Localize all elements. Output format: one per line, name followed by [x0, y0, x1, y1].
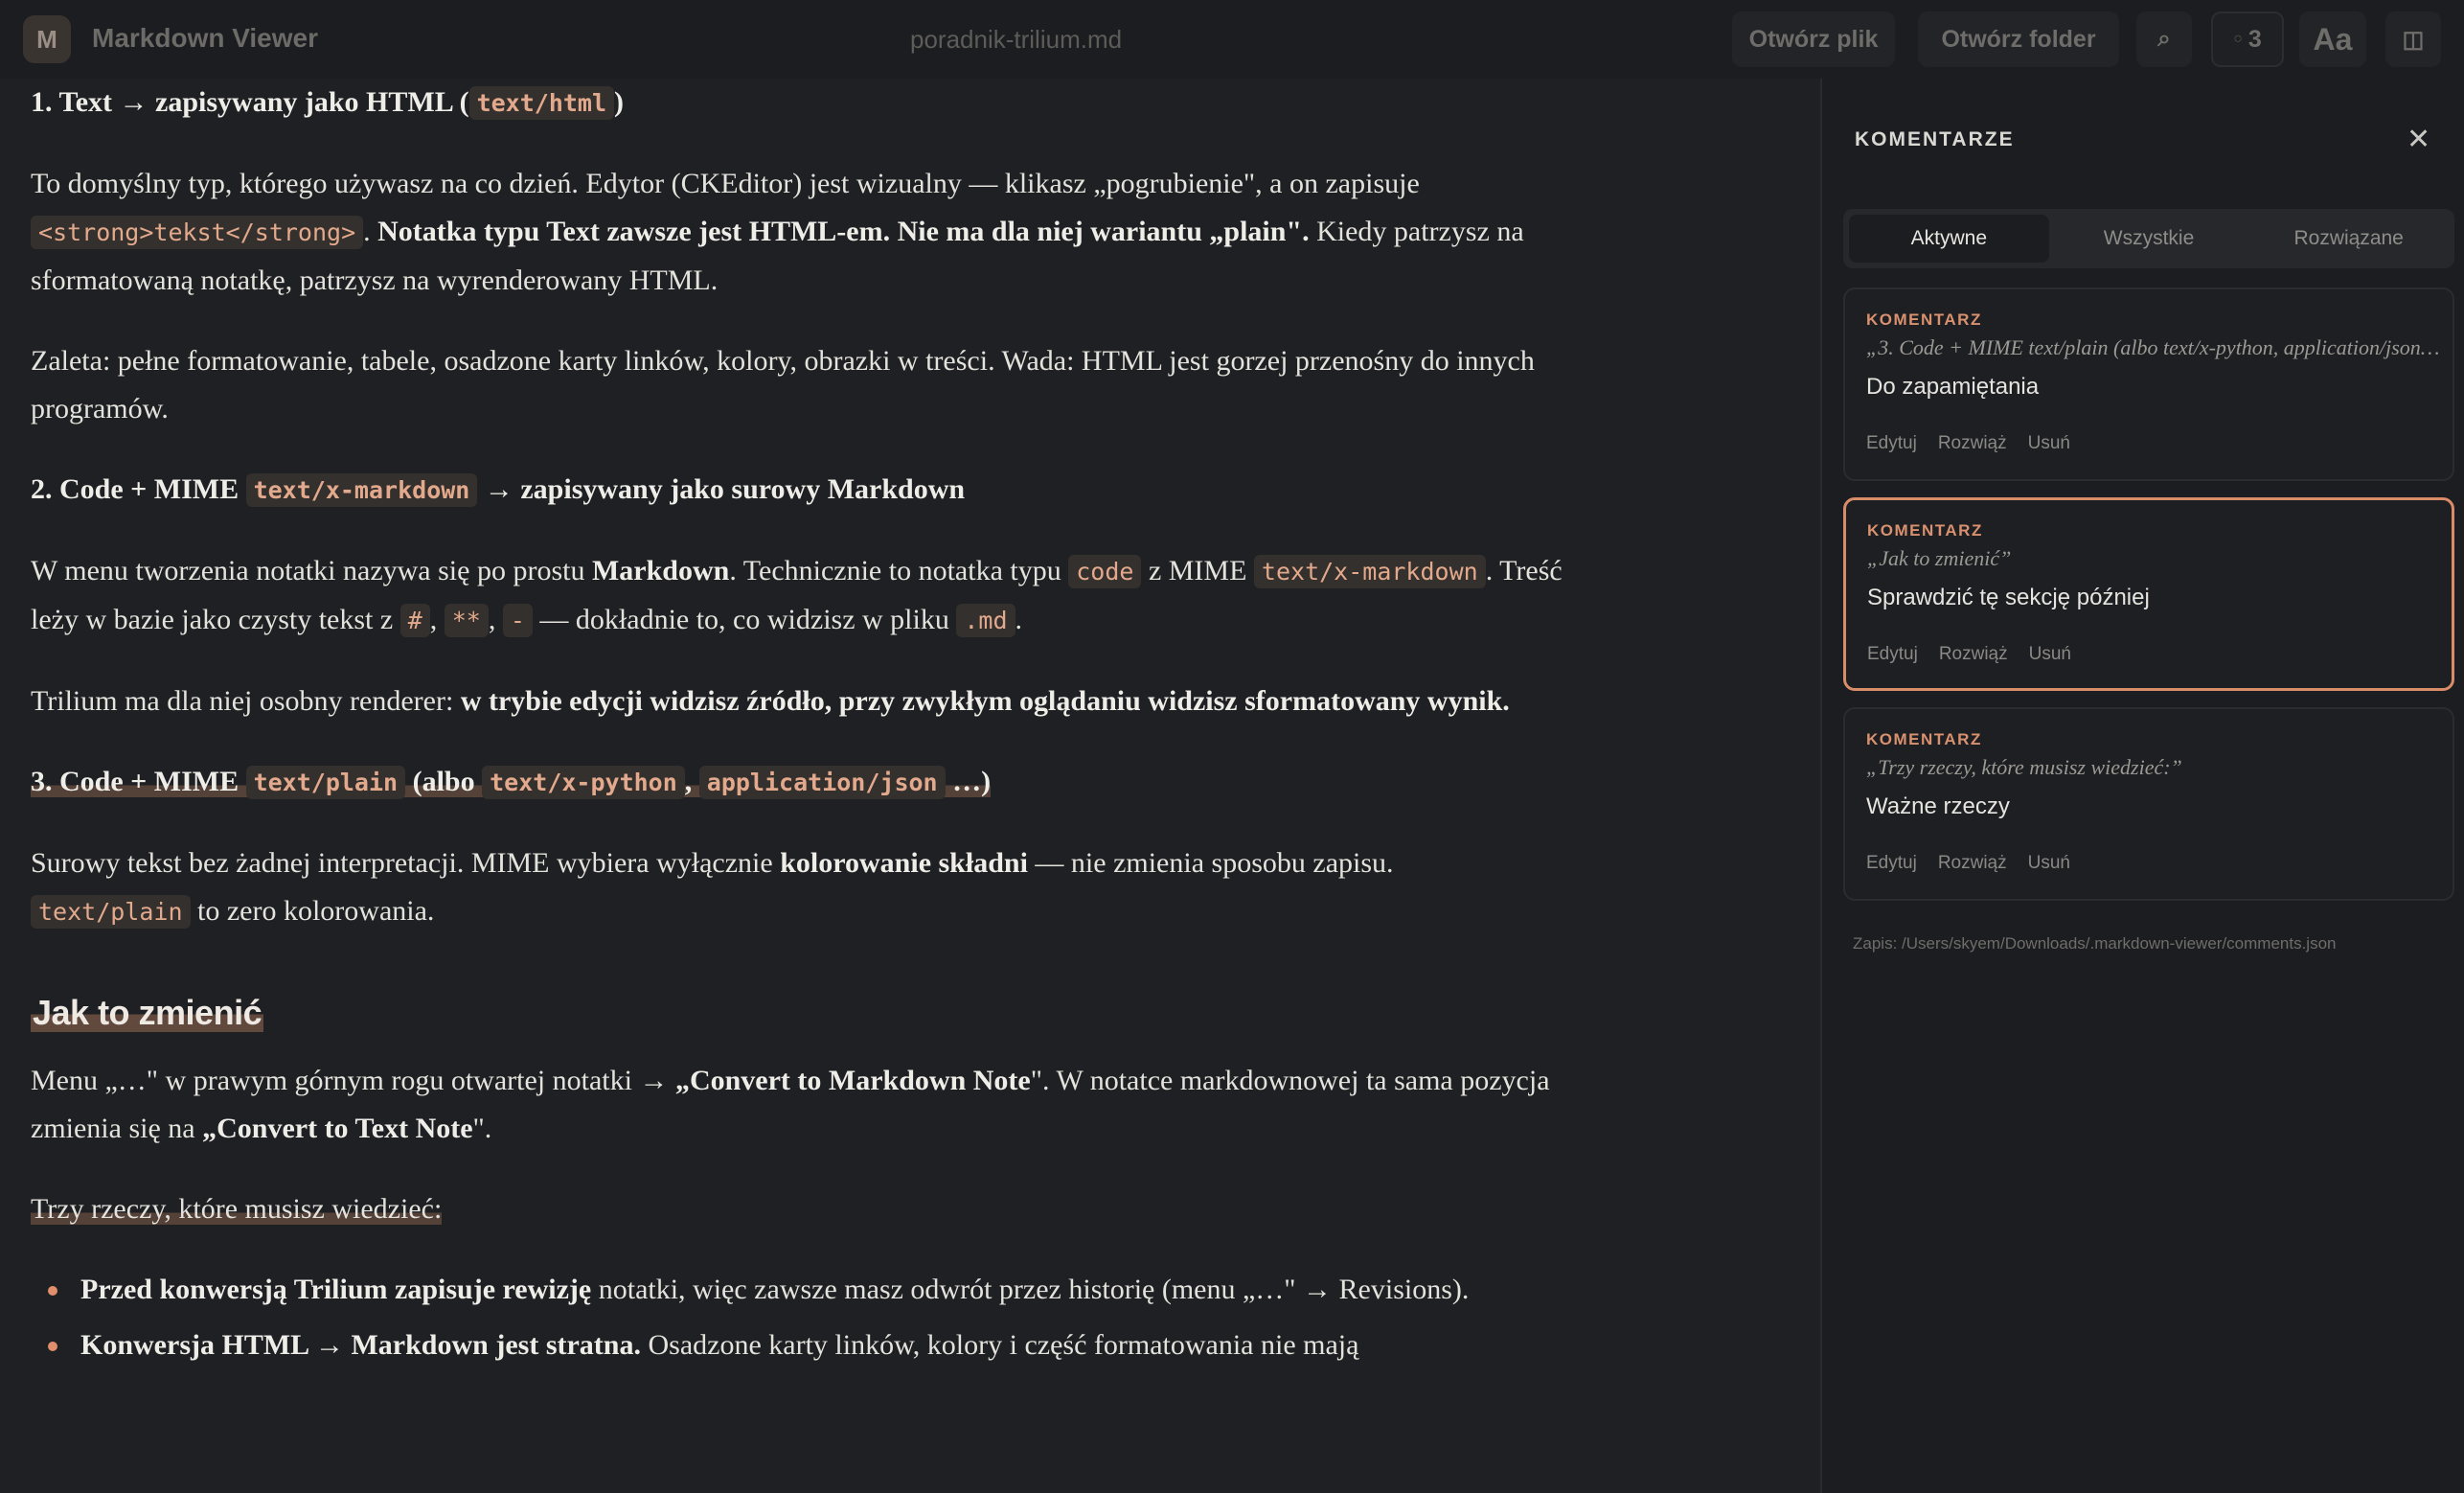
comment-text: Ważne rzeczy [1866, 793, 2010, 819]
search-icon: ⌕ [2157, 26, 2171, 52]
top-bar: M Markdown Viewer poradnik-trilium.md Ot… [0, 0, 2464, 79]
edit-button[interactable]: Edytuj [1866, 853, 1917, 874]
comment-text: Sprawdzić tę sekcję później [1867, 585, 2150, 610]
app-logo: M [23, 15, 71, 63]
inline-code: # [399, 604, 430, 637]
comment-actions: Edytuj Rozwiąż Usuń [1866, 433, 2070, 454]
comment-quote: „Jak to zmienić” [1867, 546, 2012, 570]
inline-code: code [1068, 555, 1142, 588]
comment-filter-tabs: Aktywne Wszystkie Rozwiązane [1843, 209, 2454, 268]
comment-text: Do zapamiętania [1866, 374, 2040, 400]
file-name: poradnik-trilium.md [910, 25, 1123, 54]
close-icon[interactable]: ✕ [2407, 123, 2430, 156]
resolve-button[interactable]: Rozwiąż [1939, 644, 2008, 665]
document-content: 1. Text → zapisywany jako HTML (text/htm… [31, 79, 1583, 1377]
comment-card[interactable]: KOMENTARZ „3. Code + MIME text/plain (al… [1843, 287, 2454, 481]
inline-code: - [502, 604, 533, 637]
tab-active[interactable]: Aktywne [1849, 215, 2049, 263]
comments-sidebar: KOMENTARZE ✕ Aktywne Wszystkie Rozwiązan… [1820, 79, 2464, 1493]
comment-label: KOMENTARZ [1866, 730, 1982, 748]
edit-button[interactable]: Edytuj [1866, 433, 1917, 454]
app-title: Markdown Viewer [92, 23, 319, 53]
sidebar-title: KOMENTARZE [1855, 128, 2015, 150]
highlighted-paragraph[interactable]: Trzy rzeczy, które musisz wiedzieć: [31, 1185, 1583, 1233]
comments-toggle-button[interactable]: ○ 3 [2211, 11, 2284, 67]
section-1-heading: 1. Text → zapisywany jako HTML (text/htm… [31, 86, 625, 120]
comment-quote: „3. Code + MIME text/plain (albo text/x-… [1866, 335, 2441, 359]
list-item: Przed konwersją Trilium zapisuje rewizję… [48, 1266, 1583, 1314]
comment-actions: Edytuj Rozwiąż Usuń [1866, 853, 2070, 874]
section-heading-jak-to-zmienic[interactable]: Jak to zmienić [31, 992, 1583, 1034]
delete-button[interactable]: Usuń [2028, 433, 2070, 454]
save-path: Zapis: /Users/skyem/Downloads/.markdown-… [1853, 934, 2337, 953]
inline-code: text/x-markdown [245, 473, 478, 507]
paragraph: Surowy tekst bez żadnej interpretacji. M… [31, 847, 1394, 929]
edit-button[interactable]: Edytuj [1867, 644, 1918, 665]
inline-code: <strong>tekst</strong> [31, 216, 364, 249]
paragraph: Trilium ma dla niej osobny renderer: w t… [31, 685, 1510, 717]
comment-label: KOMENTARZ [1866, 310, 1982, 329]
delete-button[interactable]: Usuń [2029, 644, 2071, 665]
tab-resolved[interactable]: Rozwiązane [2248, 215, 2449, 263]
document-view[interactable]: 1. Text → zapisywany jako HTML (text/htm… [0, 79, 1820, 1493]
paragraph: W menu tworzenia notatki nazywa się po p… [31, 555, 1563, 637]
resolve-button[interactable]: Rozwiąż [1938, 853, 2007, 874]
open-file-button[interactable]: Otwórz plik [1732, 11, 1895, 67]
paragraph: To domyślny typ, którego używasz na co d… [31, 168, 1524, 296]
section-3-heading[interactable]: 3. Code + MIME text/plain (albo text/x-p… [31, 758, 1583, 807]
inline-code: text/plain [245, 766, 406, 799]
bullet-list: Przed konwersją Trilium zapisuje rewizję… [31, 1266, 1583, 1369]
open-folder-button[interactable]: Otwórz folder [1918, 11, 2119, 67]
tab-all[interactable]: Wszystkie [2049, 215, 2249, 263]
comment-card[interactable]: KOMENTARZ „Trzy rzeczy, które musisz wie… [1843, 707, 2454, 901]
sidebar-panel-icon: ◫ [2402, 26, 2425, 53]
comment-card-selected[interactable]: KOMENTARZ „Jak to zmienić” Sprawdzić tę … [1843, 497, 2454, 691]
paragraph: Zaleta: pełne formatowanie, tabele, osad… [31, 345, 1535, 425]
inline-code: .md [956, 604, 1015, 637]
comment-quote: „Trzy rzeczy, które musisz wiedzieć:” [1866, 755, 2182, 779]
comment-label: KOMENTARZ [1867, 521, 1983, 540]
search-button[interactable]: ⌕ [2136, 11, 2192, 67]
comment-actions: Edytuj Rozwiąż Usuń [1867, 644, 2071, 665]
inline-code: text/plain [31, 895, 191, 929]
inline-code: text/x-python [482, 766, 685, 799]
delete-button[interactable]: Usuń [2028, 853, 2070, 874]
inline-code: ** [444, 604, 489, 637]
inline-code: text/html [468, 86, 615, 120]
font-settings-button[interactable]: Aa [2299, 11, 2366, 67]
inline-code: application/json [698, 766, 946, 799]
paragraph: Menu „…" w prawym górnym rogu otwartej n… [31, 1065, 1550, 1144]
list-item: Konwersja HTML → Markdown jest stratna. … [48, 1321, 1583, 1369]
section-2-heading: 2. Code + MIME text/x-markdown → zapisyw… [31, 473, 966, 507]
inline-code: text/x-markdown [1253, 555, 1486, 588]
panel-toggle-button[interactable]: ◫ [2385, 11, 2441, 67]
resolve-button[interactable]: Rozwiąż [1938, 433, 2007, 454]
comment-dot-icon: ○ [2233, 31, 2243, 47]
comments-count: 3 [2247, 25, 2262, 53]
